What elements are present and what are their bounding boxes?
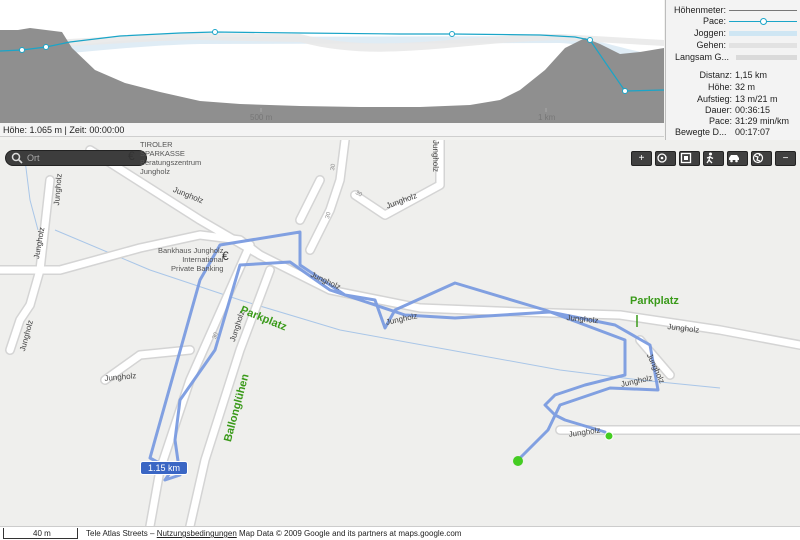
euro-icon: € bbox=[222, 249, 229, 263]
distance-badge: 1.15 km bbox=[140, 461, 188, 475]
zoom-out-button[interactable]: − bbox=[775, 151, 796, 166]
track-start-marker bbox=[604, 431, 614, 441]
car-icon bbox=[729, 155, 739, 163]
center-button[interactable] bbox=[655, 151, 676, 166]
place-search[interactable] bbox=[5, 150, 147, 166]
car-mode-button[interactable] bbox=[727, 151, 748, 166]
pace-point bbox=[43, 44, 49, 50]
walker-icon bbox=[706, 152, 714, 164]
track-end-marker bbox=[513, 456, 523, 466]
legend-label: Joggen: bbox=[693, 28, 726, 38]
elevation-profile[interactable]: 500 m 1 km bbox=[0, 0, 664, 124]
stat-pace: Pace: 31:29 min/km bbox=[708, 116, 790, 126]
fit-icon bbox=[680, 152, 692, 164]
stats-panel: Höhenmeter: Pace: Joggen: Gehen: Langsam… bbox=[665, 0, 800, 140]
globe-icon bbox=[752, 152, 764, 164]
legend-jog[interactable]: Joggen: bbox=[666, 28, 800, 39]
parking-label[interactable]: Parkplatz bbox=[630, 295, 679, 307]
legend-walk[interactable]: Gehen: bbox=[666, 40, 800, 51]
minus-icon: − bbox=[782, 153, 789, 164]
distance-tick-label: 1 km bbox=[538, 113, 556, 122]
poi-bank[interactable]: Bankhaus Jungholz International Private … bbox=[158, 246, 223, 273]
fit-button[interactable] bbox=[679, 151, 700, 166]
map-view[interactable]: + − TIROLER SPARKASSE Beratungszentrum J… bbox=[0, 140, 800, 526]
stream bbox=[24, 159, 39, 231]
stat-ascent: Aufstieg: 13 m/21 m bbox=[696, 94, 778, 104]
stat-height: Höhe: 32 m bbox=[707, 82, 756, 92]
hover-readout: Höhe: 1.065 m | Zeit: 00:00:00 bbox=[0, 123, 664, 137]
road bbox=[186, 266, 274, 526]
scale-label: 40 m bbox=[33, 529, 51, 538]
pace-point bbox=[622, 88, 628, 94]
search-icon bbox=[11, 152, 23, 164]
gps-track bbox=[148, 230, 660, 482]
pace-point bbox=[19, 47, 25, 53]
elevation-chart bbox=[0, 28, 664, 123]
legend-swatch bbox=[736, 55, 797, 60]
walk-mode-button[interactable] bbox=[703, 151, 724, 166]
stat-duration: Dauer: 00:36:15 bbox=[704, 105, 771, 115]
legend-swatch bbox=[729, 31, 797, 36]
legend-label: Höhenmeter: bbox=[673, 5, 726, 15]
legend-elevation[interactable]: Höhenmeter: bbox=[666, 5, 800, 16]
distance-tick-label: 500 m bbox=[250, 113, 273, 122]
poi-sparkasse[interactable]: TIROLER SPARKASSE Beratungszentrum Jungh… bbox=[140, 140, 201, 176]
legend-label: Pace: bbox=[702, 16, 726, 26]
euro-icon: € bbox=[128, 149, 135, 163]
legend-slow-walk[interactable]: Langsam G... bbox=[666, 52, 800, 63]
stat-distance: Distanz: 1,15 km bbox=[699, 70, 768, 80]
street-label: Jungholz bbox=[431, 140, 440, 173]
legend-label: Gehen: bbox=[696, 40, 726, 50]
legend-pace[interactable]: Pace: bbox=[666, 16, 800, 27]
legend-label: Langsam G... bbox=[675, 52, 730, 62]
stat-moving-duration: Bewegte D... 00:17:07 bbox=[675, 127, 771, 137]
map-footer: 40 m Tele Atlas Streets – Nutzungsbeding… bbox=[0, 526, 800, 540]
search-input[interactable] bbox=[27, 152, 142, 164]
legend-swatch bbox=[729, 43, 797, 48]
target-icon bbox=[657, 153, 667, 163]
legend-marker bbox=[760, 18, 767, 25]
road bbox=[296, 176, 324, 224]
globe-button[interactable] bbox=[751, 151, 772, 166]
pace-point bbox=[587, 37, 593, 43]
attribution: Tele Atlas Streets – Nutzungsbedingungen… bbox=[86, 529, 462, 538]
plus-icon: + bbox=[638, 153, 645, 164]
terms-link[interactable]: Nutzungsbedingungen bbox=[157, 529, 237, 538]
legend-swatch bbox=[729, 10, 797, 11]
zoom-in-button[interactable]: + bbox=[631, 151, 652, 166]
pace-point bbox=[449, 31, 455, 37]
road-number: 30 bbox=[330, 163, 338, 172]
pace-point bbox=[212, 29, 218, 35]
